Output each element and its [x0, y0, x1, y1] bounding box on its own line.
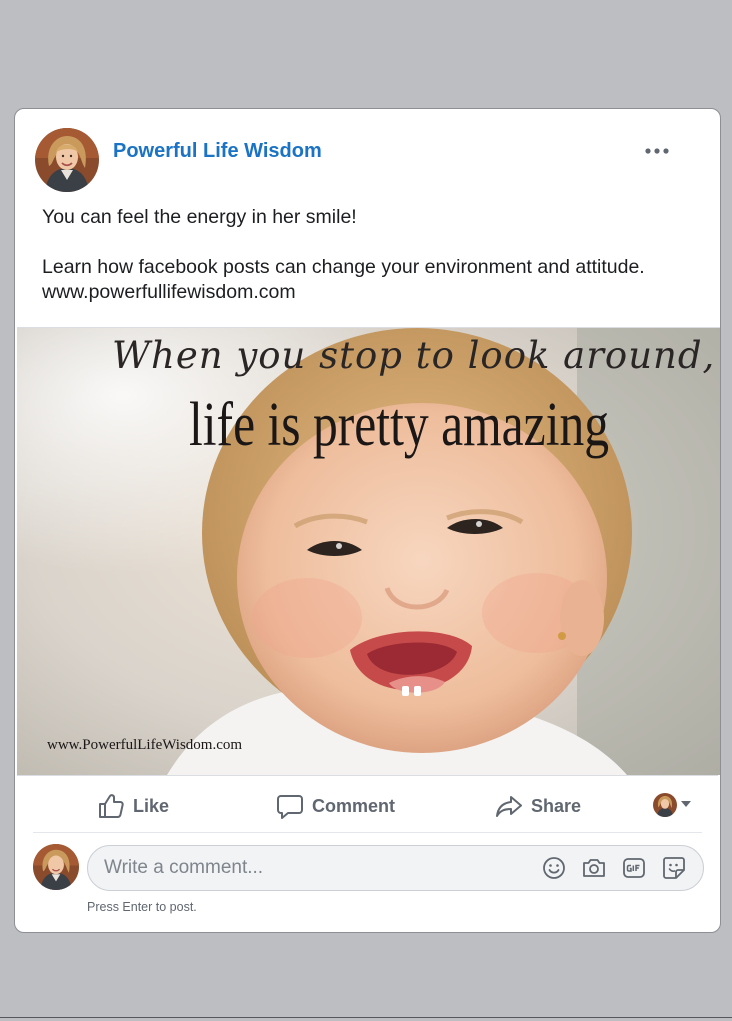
- divider: [33, 832, 702, 833]
- like-label: Like: [133, 795, 170, 816]
- post-text: You can feel the energy in her smile! Le…: [42, 205, 700, 305]
- post-card: Powerful Life Wisdom You can feel the en…: [14, 108, 721, 933]
- like-button[interactable]: Like: [97, 790, 169, 822]
- commenter-avatar[interactable]: [33, 844, 79, 890]
- more-options-icon[interactable]: [640, 139, 676, 163]
- reaction-profile-selector[interactable]: [653, 793, 692, 817]
- comment-input[interactable]: [102, 856, 541, 880]
- sticker-icon[interactable]: [661, 855, 687, 881]
- post-link[interactable]: www.powerfullifewisdom.com: [42, 280, 700, 305]
- profile-avatar-icon: [653, 793, 677, 817]
- image-caption-line1: When you stop to look around,: [112, 334, 716, 377]
- image-caption-line2: life is pretty amazing: [189, 391, 610, 459]
- divider: [17, 775, 718, 776]
- post-image[interactable]: When you stop to look around, life is pr…: [17, 327, 720, 775]
- camera-icon[interactable]: [581, 855, 607, 881]
- gif-icon[interactable]: [621, 855, 647, 881]
- page-bottom-rule: [0, 1017, 732, 1018]
- thumbs-up-icon: [97, 792, 125, 820]
- emoji-icon[interactable]: [541, 855, 567, 881]
- comment-button[interactable]: Comment: [276, 790, 395, 822]
- caret-down-icon: [680, 796, 692, 814]
- page-name-link[interactable]: Powerful Life Wisdom: [113, 140, 322, 163]
- post-text-line: Learn how facebook posts can change your…: [42, 256, 645, 278]
- comment-bubble-icon: [276, 792, 304, 820]
- share-label: Share: [531, 795, 582, 816]
- comment-label: Comment: [312, 795, 396, 816]
- share-arrow-icon: [495, 792, 523, 820]
- post-text-line: You can feel the energy in her smile!: [42, 206, 357, 228]
- share-button[interactable]: Share: [495, 790, 581, 822]
- composer-icons: [541, 855, 687, 881]
- comment-composer[interactable]: [87, 845, 704, 891]
- image-watermark: www.PowerfulLifeWisdom.com: [47, 737, 243, 753]
- page-avatar[interactable]: [35, 128, 99, 192]
- press-enter-hint: Press Enter to post.: [87, 900, 197, 914]
